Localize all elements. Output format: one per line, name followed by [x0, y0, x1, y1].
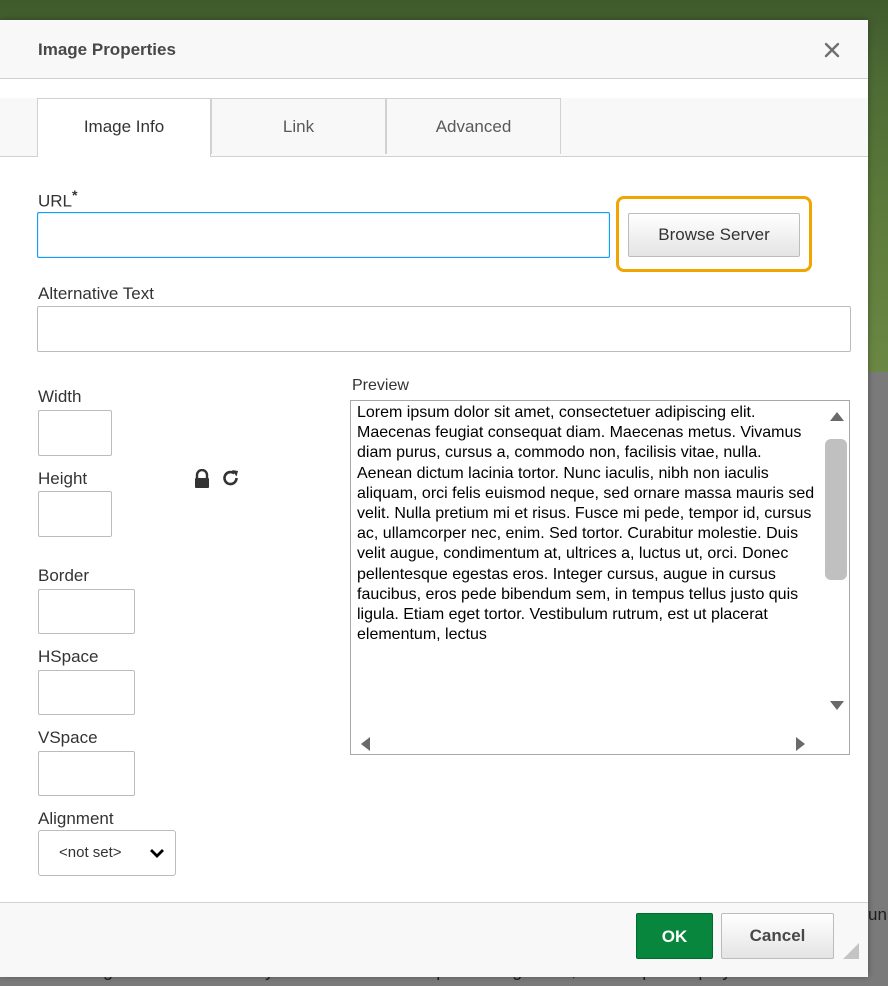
dialog-title: Image Properties	[38, 40, 176, 59]
scroll-down-arrow-icon[interactable]	[829, 699, 845, 717]
scroll-up-arrow-icon[interactable]	[829, 409, 845, 427]
lock-icon[interactable]	[193, 468, 211, 489]
scroll-left-arrow-icon[interactable]	[359, 736, 371, 754]
dialog-footer: OK Cancel	[0, 902, 868, 977]
url-input[interactable]	[37, 212, 610, 258]
alignment-label: Alignment	[38, 809, 114, 828]
background-right-fragment: uni	[868, 905, 888, 924]
vertical-scroll-thumb[interactable]	[825, 439, 847, 580]
alignment-select[interactable]: <not set>	[38, 830, 176, 876]
tab-link[interactable]: Link	[211, 98, 386, 154]
tab-image-info[interactable]: Image Info	[37, 98, 211, 157]
resize-handle-icon[interactable]	[843, 943, 859, 959]
preview-box[interactable]: Lorem ipsum dolor sit amet, consectetuer…	[350, 400, 850, 755]
height-label: Height	[38, 469, 88, 488]
tab-strip: Image Info Link Advanced	[0, 98, 868, 157]
chevron-down-icon	[149, 845, 165, 861]
hspace-label: HSpace	[38, 647, 99, 666]
vspace-label: VSpace	[38, 728, 98, 747]
preview-text: Lorem ipsum dolor sit amet, consectetuer…	[357, 404, 815, 644]
cancel-button[interactable]: Cancel	[721, 913, 834, 959]
url-label-text: URL	[38, 191, 73, 211]
alignment-selected-value: <not set>	[59, 844, 122, 861]
ok-button[interactable]: OK	[636, 913, 713, 959]
scroll-right-arrow-icon[interactable]	[795, 736, 807, 754]
reset-size-icon[interactable]	[221, 468, 241, 488]
required-mark: *	[72, 188, 78, 204]
vspace-input[interactable]	[38, 751, 135, 796]
horizontal-scrollbar[interactable]	[351, 733, 825, 754]
preview-label: Preview	[352, 377, 409, 394]
url-label: URL*	[38, 188, 78, 212]
alternative-text-label: Alternative Text	[38, 284, 154, 303]
browse-server-button[interactable]: Browse Server	[628, 213, 800, 257]
width-input[interactable]	[38, 410, 112, 456]
height-input[interactable]	[38, 491, 112, 537]
hspace-input[interactable]	[38, 670, 135, 715]
image-properties-dialog: Image Properties Image Info Link Advance…	[0, 20, 868, 977]
tab-advanced[interactable]: Advanced	[386, 98, 561, 154]
border-label: Border	[38, 566, 90, 585]
close-icon[interactable]	[820, 38, 844, 62]
dialog-titlebar[interactable]: Image Properties	[0, 20, 868, 79]
width-label: Width	[38, 387, 82, 406]
border-input[interactable]	[38, 589, 135, 634]
alternative-text-input[interactable]	[37, 306, 851, 352]
